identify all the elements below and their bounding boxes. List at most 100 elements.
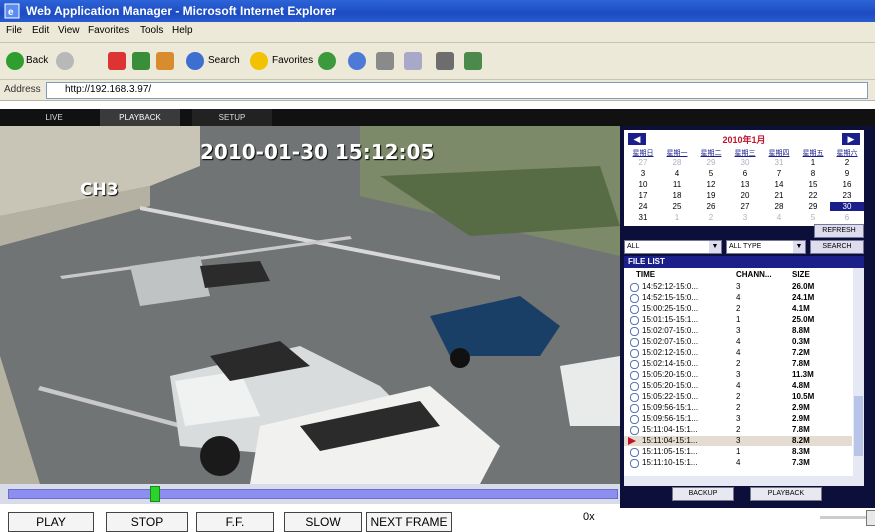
- calendar-day[interactable]: 12: [694, 180, 728, 189]
- file-list-row[interactable]: 15:11:10-15:1... 4 7.3M: [624, 458, 852, 468]
- file-list-row[interactable]: 15:05:20-15:0... 4 4.8M: [624, 381, 852, 391]
- calendar-day[interactable]: 13: [728, 180, 762, 189]
- file-list[interactable]: TIME CHANN... SIZE 14:52:12-15:0... 3 26.0…: [624, 268, 864, 476]
- file-list-row[interactable]: 15:00:25-15:0... 2 4.1M: [624, 304, 852, 314]
- calendar-day[interactable]: 26: [694, 202, 728, 211]
- calendar-day[interactable]: 1: [796, 158, 830, 167]
- file-list-row[interactable]: 14:52:12-15:0... 3 26.0M: [624, 282, 852, 292]
- calendar-day[interactable]: 15: [796, 180, 830, 189]
- calendar-day[interactable]: 3: [728, 213, 762, 222]
- chevron-down-icon[interactable]: ▼: [793, 241, 805, 253]
- next-month-button[interactable]: ▶: [842, 133, 860, 145]
- search-icon[interactable]: [186, 52, 204, 70]
- file-list-row[interactable]: 15:02:14-15:0... 2 7.8M: [624, 359, 852, 369]
- search-button[interactable]: Search: [208, 55, 240, 66]
- file-list-row[interactable]: 14:52:15-15:0... 4 24.1M: [624, 293, 852, 303]
- messenger-icon[interactable]: [464, 52, 482, 70]
- type-select-value[interactable]: ALL TYPE: [727, 243, 761, 250]
- file-list-row[interactable]: 15:11:04-15:1... 2 7.8M: [624, 425, 852, 435]
- timeline-track[interactable]: [8, 489, 618, 499]
- calendar-day[interactable]: 23: [830, 191, 864, 200]
- backup-button[interactable]: BACKUP: [672, 487, 734, 501]
- file-list-row[interactable]: 15:09:56-15:1... 3 2.9M: [624, 414, 852, 424]
- channel-select[interactable]: ALL ▼: [624, 240, 722, 254]
- calendar-day[interactable]: 8: [796, 169, 830, 178]
- file-list-scrollbar[interactable]: [853, 268, 864, 476]
- calendar-day[interactable]: 27: [728, 202, 762, 211]
- calendar-day[interactable]: 30: [830, 202, 864, 211]
- file-list-row[interactable]: 15:01:15-15:1... 1 25.0M: [624, 315, 852, 325]
- edit-icon[interactable]: [404, 52, 422, 70]
- menu-edit[interactable]: Edit: [32, 25, 49, 36]
- calendar-day[interactable]: 2: [830, 158, 864, 167]
- menu-view[interactable]: View: [58, 25, 80, 36]
- calendar-day[interactable]: 31: [626, 213, 660, 222]
- calendar-day[interactable]: 16: [830, 180, 864, 189]
- calendar-day[interactable]: 29: [796, 202, 830, 211]
- calendar-day[interactable]: 19: [694, 191, 728, 200]
- calendar-day[interactable]: 1: [660, 213, 694, 222]
- calendar-day[interactable]: 24: [626, 202, 660, 211]
- calendar-day[interactable]: 21: [762, 191, 796, 200]
- timeline-handle[interactable]: [149, 486, 160, 502]
- calendar-day[interactable]: 7: [762, 169, 796, 178]
- print-icon[interactable]: [376, 52, 394, 70]
- playback-timeline[interactable]: [0, 484, 620, 504]
- chevron-down-icon[interactable]: ▼: [709, 241, 721, 253]
- calendar-day[interactable]: 6: [728, 169, 762, 178]
- favorites-star-icon[interactable]: [250, 52, 268, 70]
- favorites-button[interactable]: Favorites: [272, 55, 313, 66]
- file-list-row[interactable]: 15:02:07-15:0... 3 8.8M: [624, 326, 852, 336]
- next-frame-button[interactable]: NEXT FRAME: [366, 512, 452, 532]
- calendar-day[interactable]: 31: [762, 158, 796, 167]
- refresh-icon[interactable]: [132, 52, 150, 70]
- home-icon[interactable]: [156, 52, 174, 70]
- volume-slider-handle[interactable]: [866, 510, 875, 526]
- back-icon[interactable]: [6, 52, 24, 70]
- playback-button[interactable]: PLAYBACK: [750, 487, 822, 501]
- address-url[interactable]: http://192.168.3.97/: [65, 84, 151, 95]
- calendar-day[interactable]: 4: [762, 213, 796, 222]
- calendar-day[interactable]: 3: [626, 169, 660, 178]
- column-time[interactable]: TIME: [636, 270, 655, 279]
- address-field[interactable]: http://192.168.3.97/: [46, 82, 868, 99]
- column-channel[interactable]: CHANN...: [736, 270, 772, 279]
- search-button-dvr[interactable]: SEARCH: [810, 240, 864, 254]
- calendar-day[interactable]: 28: [660, 158, 694, 167]
- column-size[interactable]: SIZE: [792, 270, 810, 279]
- menu-tools[interactable]: Tools: [140, 25, 163, 36]
- discuss-icon[interactable]: [436, 52, 454, 70]
- file-list-row[interactable]: 15:11:04-15:1... 3 8.2M: [624, 436, 852, 446]
- refresh-button[interactable]: REFRESH: [814, 224, 864, 238]
- calendar-day[interactable]: 10: [626, 180, 660, 189]
- calendar-day[interactable]: 22: [796, 191, 830, 200]
- calendar-day[interactable]: 9: [830, 169, 864, 178]
- calendar-day[interactable]: 14: [762, 180, 796, 189]
- fast-forward-button[interactable]: F.F.: [196, 512, 274, 532]
- calendar-day[interactable]: 2: [694, 213, 728, 222]
- calendar-day[interactable]: 5: [796, 213, 830, 222]
- calendar-day[interactable]: 5: [694, 169, 728, 178]
- calendar-day[interactable]: 28: [762, 202, 796, 211]
- tab-playback[interactable]: PLAYBACK: [100, 109, 180, 126]
- calendar-day[interactable]: 11: [660, 180, 694, 189]
- calendar-day[interactable]: 29: [694, 158, 728, 167]
- tab-setup[interactable]: SETUP: [192, 109, 272, 126]
- file-list-row[interactable]: 15:05:22-15:0... 2 10.5M: [624, 392, 852, 402]
- file-list-row[interactable]: 15:05:20-15:0... 3 11.3M: [624, 370, 852, 380]
- volume-slider-track[interactable]: [820, 516, 868, 519]
- calendar-day[interactable]: 18: [660, 191, 694, 200]
- back-button[interactable]: Back: [26, 55, 48, 66]
- prev-month-button[interactable]: ◀: [628, 133, 646, 145]
- file-list-row[interactable]: 15:02:07-15:0... 4 0.3M: [624, 337, 852, 347]
- mail-icon[interactable]: [348, 52, 366, 70]
- channel-select-value[interactable]: ALL: [625, 243, 639, 250]
- forward-icon[interactable]: [56, 52, 74, 70]
- menu-help[interactable]: Help: [172, 25, 193, 36]
- menu-file[interactable]: File: [6, 25, 22, 36]
- file-list-hscroll[interactable]: [624, 476, 864, 486]
- menu-favorites[interactable]: Favorites: [88, 25, 129, 36]
- file-list-scroll-thumb[interactable]: [854, 396, 863, 456]
- file-list-row[interactable]: 15:11:05-15:1... 1 8.3M: [624, 447, 852, 457]
- calendar-day[interactable]: 6: [830, 213, 864, 222]
